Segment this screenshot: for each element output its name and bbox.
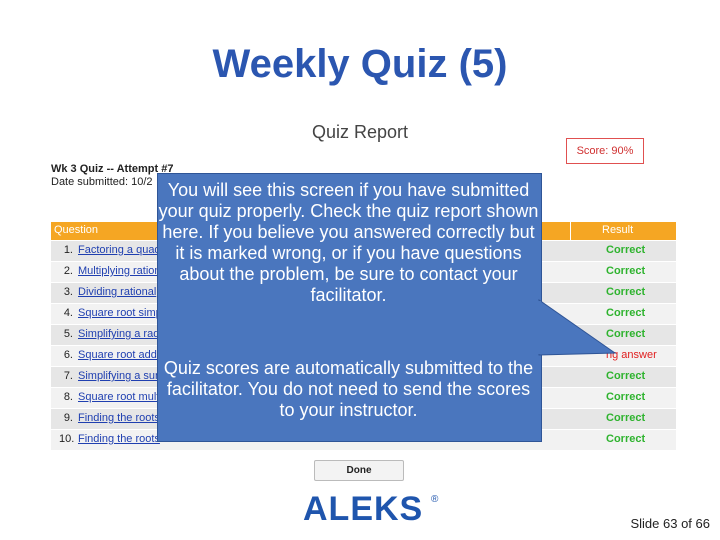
slide-title: Weekly Quiz (5) [212,42,508,86]
result-cell: Correct [606,328,646,340]
result-cell: Correct [606,307,646,319]
question-number: 3. [63,286,73,298]
result-cell: Correct [606,265,646,277]
header-question: Question [54,224,99,236]
quiz-report-title: Quiz Report [311,122,409,142]
registered-mark: ® [431,494,439,505]
question-link[interactable]: Finding the roots [78,412,160,424]
question-number: 10. [59,433,75,445]
score-box: Score: 90% [566,138,644,164]
question-number: 2. [63,265,73,277]
question-link[interactable]: Square root addi [78,349,159,361]
result-cell: ng answer [606,349,657,361]
question-link[interactable]: Dividing rational [78,286,156,298]
date-submitted: Date submitted: 10/2 [51,176,153,188]
result-cell: Correct [606,370,646,382]
header-result: Result [602,224,634,236]
attempt-info: Wk 3 Quiz -- Attempt #7 Date submitted: … [51,163,173,189]
question-link[interactable]: Simplifying a rad [78,328,159,340]
question-link[interactable]: Square root multi [78,391,162,403]
question-link[interactable]: Simplifying a sun [78,370,161,382]
question-number: 1. [63,244,73,256]
question-number: 4. [63,307,73,319]
question-number: 5. [63,328,73,340]
slide-number: Slide 63 of 66 [630,516,710,531]
result-cell: Correct [606,244,646,256]
aleks-logo: ALEKS [303,490,424,528]
question-number: 9. [63,412,73,424]
done-button[interactable]: Done [314,460,404,481]
callout-text-1: You will see this screen if you have sub… [158,180,539,305]
result-cell: Correct [606,412,646,424]
header-divider [570,222,571,240]
result-cell: Correct [606,391,646,403]
callout-text-2: Quiz scores are automatically submitted … [163,358,534,420]
question-link[interactable]: Finding the roots [78,433,160,445]
result-cell: Correct [606,286,646,298]
question-number: 7. [63,370,73,382]
question-link[interactable]: Multiplying ration [78,265,161,277]
question-number: 6. [63,349,73,361]
question-link[interactable]: Square root simp [78,307,162,319]
question-link[interactable]: Factoring a quad [78,244,161,256]
question-number: 8. [63,391,73,403]
result-cell: Correct [606,433,646,445]
attempt-title: Wk 3 Quiz -- Attempt #7 [51,163,174,175]
